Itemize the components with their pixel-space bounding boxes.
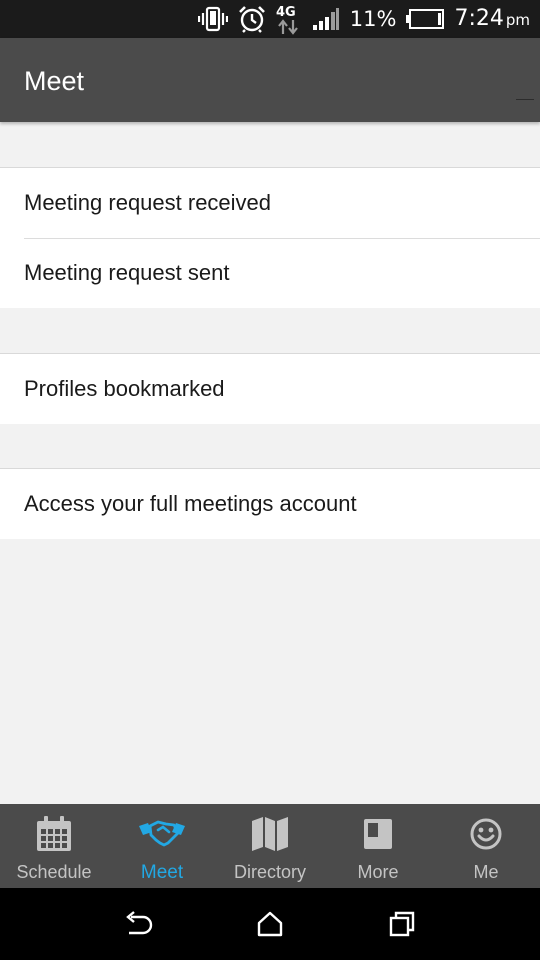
alarm-icon (238, 0, 266, 38)
menu-item-meeting-request-sent[interactable]: Meeting request sent (0, 238, 540, 308)
clock-ampm: pm (505, 10, 530, 29)
nav-label: Schedule (16, 862, 92, 882)
nav-label: Me (473, 862, 499, 882)
signal-icon (312, 0, 340, 38)
app-bar: Meet (0, 38, 540, 122)
nav-item-directory[interactable]: Directory (216, 804, 324, 888)
nav-item-me[interactable]: Me (432, 804, 540, 888)
vibrate-icon (197, 0, 228, 38)
menu-item-label: Meeting request sent (24, 260, 230, 285)
system-nav-bar (0, 888, 540, 960)
network-label: 4G (276, 5, 296, 20)
nav-label: More (357, 862, 399, 882)
network-4g-icon: 4G (276, 0, 302, 38)
account-group: Access your full meetings account (0, 468, 540, 539)
handshake-icon (138, 814, 186, 854)
menu-item-label: Meeting request received (24, 190, 272, 215)
menu-item-profiles-bookmarked[interactable]: Profiles bookmarked (0, 354, 540, 424)
calendar-icon (30, 814, 78, 854)
bookmarks-group: Profiles bookmarked (0, 353, 540, 424)
recents-icon[interactable] (382, 904, 422, 944)
meeting-requests-group: Meeting request received Meeting request… (0, 167, 540, 308)
smiley-icon (462, 814, 510, 854)
menu-item-label: Profiles bookmarked (24, 376, 225, 401)
nav-item-schedule[interactable]: Schedule (0, 804, 108, 888)
bottom-nav: Schedule Meet Directory More Me (0, 804, 540, 888)
book-icon (354, 814, 402, 854)
battery-icon (406, 0, 445, 38)
overflow-menu-indicator[interactable] (516, 99, 534, 100)
battery-percent: 11% (349, 7, 397, 31)
nav-label: Meet (140, 862, 184, 883)
home-icon[interactable] (250, 904, 290, 944)
clock-time: 7:24 (454, 5, 504, 31)
nav-item-meet[interactable]: Meet (108, 804, 216, 888)
menu-item-label: Access your full meetings account (24, 491, 357, 516)
clock: 7:24 pm (454, 0, 530, 39)
page-title: Meet (24, 66, 85, 96)
menu-item-access-full-account[interactable]: Access your full meetings account (0, 469, 540, 539)
back-icon[interactable] (118, 904, 158, 944)
map-icon (246, 814, 294, 854)
nav-item-more[interactable]: More (324, 804, 432, 888)
nav-label: Directory (233, 862, 306, 882)
meet-menu: Meeting request received Meeting request… (0, 122, 540, 804)
status-bar: 4G 11% 7:24 pm (0, 0, 540, 38)
menu-item-meeting-request-received[interactable]: Meeting request received (0, 168, 540, 238)
